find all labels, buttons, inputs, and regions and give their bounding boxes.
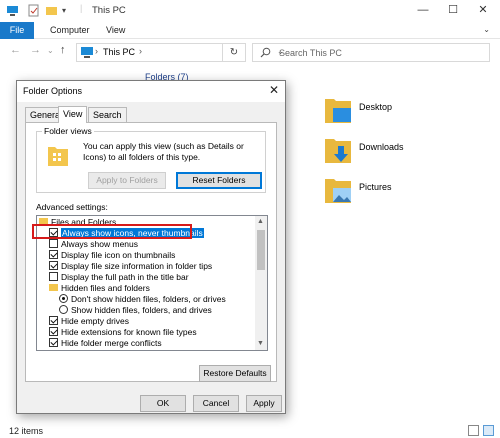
pictures-folder-icon	[325, 179, 351, 203]
setting-label: Hide empty drives	[61, 316, 130, 326]
settings-group-hidden-files: Hidden files and folders	[49, 283, 150, 294]
window-title: This PC	[92, 5, 126, 16]
title-bar: ▾ | This PC — ☐ ✕	[0, 0, 500, 22]
checkbox[interactable]	[49, 250, 58, 259]
setting-label: Hide folder merge conflicts	[61, 338, 162, 348]
setting-always-show-menus[interactable]: Always show menus	[49, 239, 138, 250]
checkbox[interactable]	[49, 272, 58, 281]
setting-label: Always show menus	[61, 239, 139, 249]
dialog-title: Folder Options	[23, 86, 83, 96]
navigation-bar: ← → ⌄ ↑ › This PC › ⌄ ↻ Search This PC	[0, 39, 500, 65]
this-pc-icon	[81, 47, 93, 58]
setting-label: Show hidden files, folders, and drives	[71, 305, 212, 315]
folder-label: Desktop	[359, 102, 393, 112]
chevron-right-icon[interactable]: ›	[95, 46, 98, 56]
up-arrow-icon[interactable]: ↑	[60, 44, 66, 56]
highlight-annotation-box	[32, 224, 192, 239]
folder-downloads[interactable]: Downloads	[324, 136, 474, 172]
apply-button[interactable]: Apply	[246, 395, 282, 412]
settings-scrollbar[interactable]: ▲ ▼	[255, 216, 267, 350]
scroll-down-icon[interactable]: ▼	[257, 340, 264, 347]
setting-full-path-in-title[interactable]: Display the full path in the title bar	[49, 272, 189, 283]
ok-button[interactable]: OK	[140, 395, 186, 412]
desktop-folder-icon	[325, 99, 351, 123]
title-separator: |	[80, 3, 83, 13]
details-view-icon[interactable]	[468, 425, 479, 436]
folder-label: Downloads	[359, 142, 404, 152]
large-icons-view-icon[interactable]	[483, 425, 494, 436]
tab-computer[interactable]: Computer	[50, 22, 90, 39]
reset-folders-button[interactable]: Reset Folders	[176, 172, 262, 189]
properties-icon[interactable]	[27, 4, 40, 17]
checkbox[interactable]	[49, 261, 58, 270]
setting-hide-empty-drives[interactable]: Hide empty drives	[49, 316, 129, 327]
folder-views-description: You can apply this view (such as Details…	[83, 141, 244, 162]
folder-pictures[interactable]: Pictures	[324, 176, 474, 212]
forward-arrow-icon[interactable]: →	[30, 44, 41, 56]
scrollbar-thumb[interactable]	[257, 230, 265, 270]
setting-show-hidden[interactable]: Show hidden files, folders, and drives	[59, 305, 212, 316]
setting-label: Hidden files and folders	[61, 283, 150, 293]
chevron-right-icon[interactable]: ›	[139, 46, 142, 56]
setting-label: Hide extensions for known file types	[61, 327, 197, 337]
minimize-button[interactable]: —	[408, 0, 438, 22]
tab-view-options[interactable]: View	[58, 106, 88, 123]
address-location[interactable]: This PC	[103, 47, 135, 57]
folder-desktop[interactable]: Desktop	[324, 96, 474, 132]
folder-options-dialog: Folder Options ✕ General View Search Fol…	[16, 80, 286, 414]
search-icon	[260, 47, 271, 58]
search-input[interactable]: Search This PC	[279, 48, 342, 58]
restore-defaults-button[interactable]: Restore Defaults	[199, 365, 271, 382]
view-tab-panel: Folder views You can apply this view (su…	[25, 122, 277, 382]
search-box[interactable]: Search This PC	[252, 43, 490, 62]
setting-hide-merge-conflicts[interactable]: Hide folder merge conflicts	[49, 338, 162, 349]
maximize-button[interactable]: ☐	[438, 0, 468, 22]
scroll-up-icon[interactable]: ▲	[257, 218, 264, 225]
ribbon: File Computer View ⌄	[0, 22, 500, 39]
close-window-button[interactable]: ✕	[468, 0, 498, 22]
radio-button[interactable]	[59, 305, 68, 314]
checkbox[interactable]	[49, 327, 58, 336]
checkbox[interactable]	[49, 239, 58, 248]
advanced-settings-label: Advanced settings:	[36, 202, 108, 212]
address-bar[interactable]: › This PC › ⌄	[76, 43, 284, 62]
close-dialog-button[interactable]: ✕	[269, 83, 279, 97]
cancel-button[interactable]: Cancel	[193, 395, 239, 412]
refresh-button[interactable]: ↻	[222, 43, 246, 62]
radio-button[interactable]	[59, 294, 68, 303]
folder-label: Pictures	[359, 182, 392, 192]
status-bar: 12 items	[0, 424, 500, 438]
downloads-folder-icon	[325, 139, 351, 163]
checkbox[interactable]	[49, 316, 58, 325]
setting-dont-show-hidden[interactable]: Don't show hidden files, folders, or dri…	[59, 294, 226, 305]
folder-views-group: Folder views You can apply this view (su…	[36, 126, 266, 193]
apply-to-folders-button[interactable]: Apply to Folders	[88, 172, 166, 189]
folder-view-icon	[48, 147, 68, 166]
this-pc-icon	[7, 6, 18, 16]
checkbox[interactable]	[49, 338, 58, 347]
tab-view[interactable]: View	[106, 22, 125, 39]
folder-views-legend: Folder views	[42, 126, 94, 136]
setting-label: Display the full path in the title bar	[61, 272, 189, 282]
back-arrow-icon[interactable]: ←	[10, 44, 21, 56]
setting-label: Don't show hidden files, folders, or dri…	[71, 294, 226, 304]
dialog-title-bar: Folder Options ✕	[17, 81, 285, 102]
tab-file[interactable]: File	[0, 22, 34, 39]
item-count: 12 items	[9, 426, 44, 436]
setting-file-size-in-tips[interactable]: Display file size information in folder …	[49, 261, 212, 272]
recent-locations-icon[interactable]: ⌄	[47, 46, 54, 55]
setting-label: Display file icon on thumbnails	[61, 250, 176, 260]
tab-search[interactable]: Search	[88, 107, 127, 122]
new-folder-icon[interactable]	[45, 4, 58, 17]
folder-icon	[49, 284, 58, 291]
setting-hide-extensions[interactable]: Hide extensions for known file types	[49, 327, 197, 338]
customize-toolbar-icon[interactable]: ▾	[62, 4, 75, 17]
expand-ribbon-icon[interactable]: ⌄	[483, 25, 490, 34]
setting-label: Display file size information in folder …	[61, 261, 213, 271]
setting-file-icon-on-thumbnails[interactable]: Display file icon on thumbnails	[49, 250, 175, 261]
